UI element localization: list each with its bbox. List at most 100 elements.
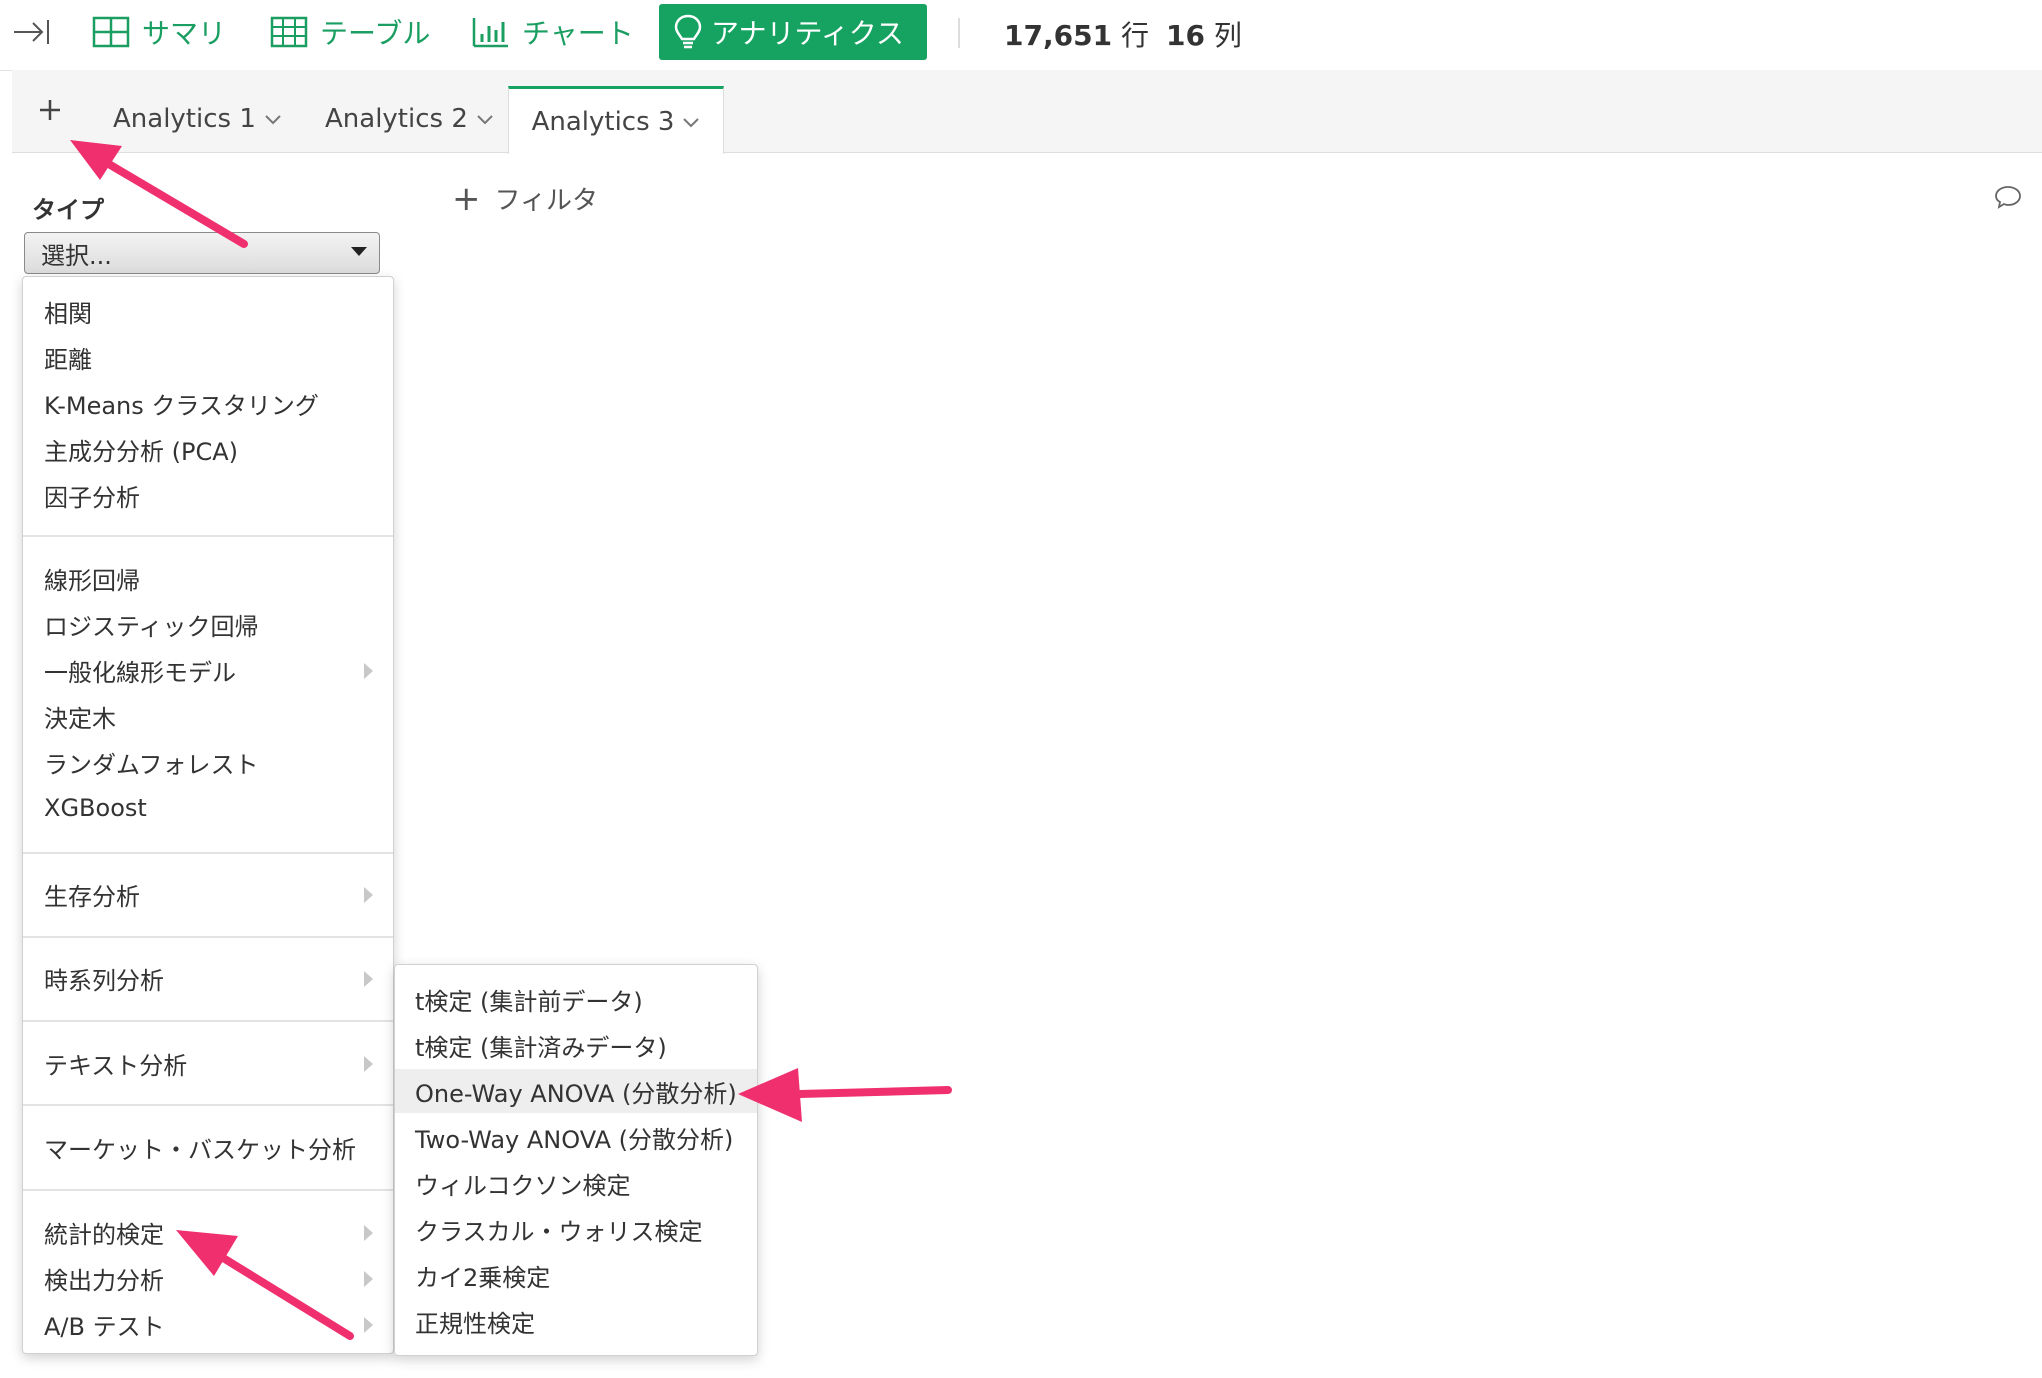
bar-chart-icon <box>472 18 508 48</box>
menu-item-label: 決定木 <box>44 704 116 733</box>
menu-item-kmeans[interactable]: K-Means クラスタリング <box>23 381 393 425</box>
chart-tab-button[interactable]: チャート <box>472 0 634 64</box>
menu-item-label: ロジスティック回帰 <box>44 612 259 641</box>
submenu-arrow-icon <box>364 971 373 987</box>
comment-button[interactable] <box>1994 184 2022 214</box>
table-tab-button[interactable]: テーブル <box>270 0 430 64</box>
comment-icon <box>1995 186 2021 209</box>
menu-item-label: 統計的検定 <box>44 1220 164 1249</box>
submenu-item-ttest-aggregated[interactable]: t検定 (集計済みデータ) <box>395 1023 757 1067</box>
add-filter-button[interactable]: + フィルタ <box>452 180 598 217</box>
menu-item-power-analysis[interactable]: 検出力分析 <box>23 1256 393 1300</box>
chart-label: チャート <box>522 17 634 50</box>
menu-item-decision-tree[interactable]: 決定木 <box>23 694 393 738</box>
submenu-item-wilcoxon[interactable]: ウィルコクソン検定 <box>395 1161 757 1205</box>
column-count-unit: 列 <box>1213 19 1242 52</box>
menu-item-logistic-regression[interactable]: ロジスティック回帰 <box>23 602 393 646</box>
analytics-tab-button[interactable]: アナリティクス <box>659 4 927 60</box>
analytics-type-menu: 相関 距離 K-Means クラスタリング 主成分分析 (PCA) 因子分析 線… <box>22 276 394 1354</box>
row-count: 17,651 行 <box>1004 14 1149 54</box>
menu-item-label: ランダムフォレスト <box>44 750 259 779</box>
menu-divider <box>23 1104 393 1106</box>
submenu-item-normality[interactable]: 正規性検定 <box>395 1299 757 1343</box>
submenu-arrow-icon <box>364 663 373 679</box>
submenu-item-ttest-raw[interactable]: t検定 (集計前データ) <box>395 977 757 1021</box>
submenu-item-two-way-anova[interactable]: Two-Way ANOVA (分散分析) <box>395 1115 757 1159</box>
table-icon <box>270 16 308 48</box>
menu-item-xgboost[interactable]: XGBoost <box>23 786 393 830</box>
menu-item-glm[interactable]: 一般化線形モデル <box>23 648 393 692</box>
menu-item-label: マーケット・バスケット分析 <box>44 1135 356 1164</box>
summary-grid-icon <box>92 16 130 48</box>
column-count: 16 列 <box>1166 14 1242 54</box>
menu-divider <box>23 1189 393 1191</box>
row-count-unit: 行 <box>1120 19 1149 52</box>
submenu-arrow-icon <box>364 1271 373 1287</box>
menu-divider <box>23 936 393 938</box>
submenu-item-one-way-anova[interactable]: One-Way ANOVA (分散分析) <box>395 1069 757 1113</box>
table-label: テーブル <box>320 17 431 50</box>
tab-analytics-3[interactable]: Analytics 3 <box>508 86 724 154</box>
plus-icon: + <box>452 178 481 219</box>
chevron-down-icon <box>477 115 493 125</box>
menu-item-survival-analysis[interactable]: 生存分析 <box>23 872 393 916</box>
menu-item-time-series[interactable]: 時系列分析 <box>23 956 393 1000</box>
submenu-item-label: One-Way ANOVA (分散分析) <box>415 1079 737 1108</box>
menu-item-label: テキスト分析 <box>44 1051 188 1080</box>
lightbulb-icon <box>674 14 702 49</box>
menu-item-ab-test[interactable]: A/B テスト <box>23 1302 393 1346</box>
menu-item-label: 生存分析 <box>44 882 140 911</box>
submenu-arrow-icon <box>364 1056 373 1072</box>
tab-label: Analytics 3 <box>531 106 675 137</box>
add-tab-button[interactable] <box>30 90 70 130</box>
menu-item-label: K-Means クラスタリング <box>44 391 319 420</box>
menu-divider <box>23 852 393 854</box>
menu-item-market-basket[interactable]: マーケット・バスケット分析 <box>23 1125 393 1169</box>
top-toolbar: サマリ テーブル チャート アナリティクス 17,651 行 16 列 <box>0 0 2042 71</box>
menu-item-pca[interactable]: 主成分分析 (PCA) <box>23 427 393 471</box>
menu-item-text-analysis[interactable]: テキスト分析 <box>23 1041 393 1085</box>
submenu-item-kruskal-wallis[interactable]: クラスカル・ウォリス検定 <box>395 1207 757 1251</box>
submenu-arrow-icon <box>364 1317 373 1333</box>
analytics-label: アナリティクス <box>711 17 904 50</box>
menu-item-statistical-test[interactable]: 統計的検定 <box>23 1210 393 1254</box>
type-label: タイプ <box>32 196 104 224</box>
menu-item-label: 因子分析 <box>44 483 140 512</box>
column-count-value: 16 <box>1166 19 1205 52</box>
submenu-item-chi-square[interactable]: カイ2乗検定 <box>395 1253 757 1297</box>
chevron-down-icon <box>265 115 281 125</box>
summary-tab-button[interactable]: サマリ <box>92 0 226 64</box>
submenu-item-label: 正規性検定 <box>415 1309 535 1338</box>
menu-item-label: 一般化線形モデル <box>44 658 236 687</box>
menu-item-label: XGBoost <box>44 794 147 822</box>
submenu-item-label: カイ2乗検定 <box>415 1263 551 1292</box>
submenu-item-label: Two-Way ANOVA (分散分析) <box>415 1125 734 1154</box>
caret-down-icon <box>351 247 367 256</box>
menu-item-correlation[interactable]: 相関 <box>23 289 393 333</box>
menu-item-distance[interactable]: 距離 <box>23 335 393 379</box>
menu-item-label: 線形回帰 <box>44 566 140 595</box>
type-select[interactable]: 選択... <box>24 232 380 274</box>
menu-divider <box>23 535 393 537</box>
submenu-item-label: クラスカル・ウォリス検定 <box>415 1217 703 1246</box>
menu-item-label: 相関 <box>44 299 92 328</box>
summary-label: サマリ <box>142 17 227 50</box>
tab-label: Analytics 2 <box>325 104 468 134</box>
tab-label: Analytics 1 <box>113 104 256 134</box>
menu-item-linear-regression[interactable]: 線形回帰 <box>23 556 393 600</box>
menu-item-random-forest[interactable]: ランダムフォレスト <box>23 740 393 784</box>
menu-item-label: A/B テスト <box>44 1312 165 1341</box>
menu-item-label: 時系列分析 <box>44 966 164 995</box>
tab-analytics-2[interactable]: Analytics 2 <box>325 86 494 152</box>
tab-analytics-1[interactable]: Analytics 1 <box>113 86 282 152</box>
submenu-item-label: t検定 (集計前データ) <box>415 987 643 1016</box>
analytics-tab-strip: Analytics 1 Analytics 2 Analytics 3 <box>12 70 2042 154</box>
menu-item-factor-analysis[interactable]: 因子分析 <box>23 473 393 517</box>
type-select-value: 選択... <box>41 241 112 270</box>
plus-icon <box>40 100 60 120</box>
submenu-arrow-icon <box>364 1225 373 1241</box>
submenu-item-label: ウィルコクソン検定 <box>415 1171 631 1200</box>
menu-item-label: 検出力分析 <box>44 1266 164 1295</box>
collapse-sidebar-button[interactable] <box>12 0 52 64</box>
statistical-test-submenu: t検定 (集計前データ) t検定 (集計済みデータ) One-Way ANOVA… <box>394 964 758 1356</box>
